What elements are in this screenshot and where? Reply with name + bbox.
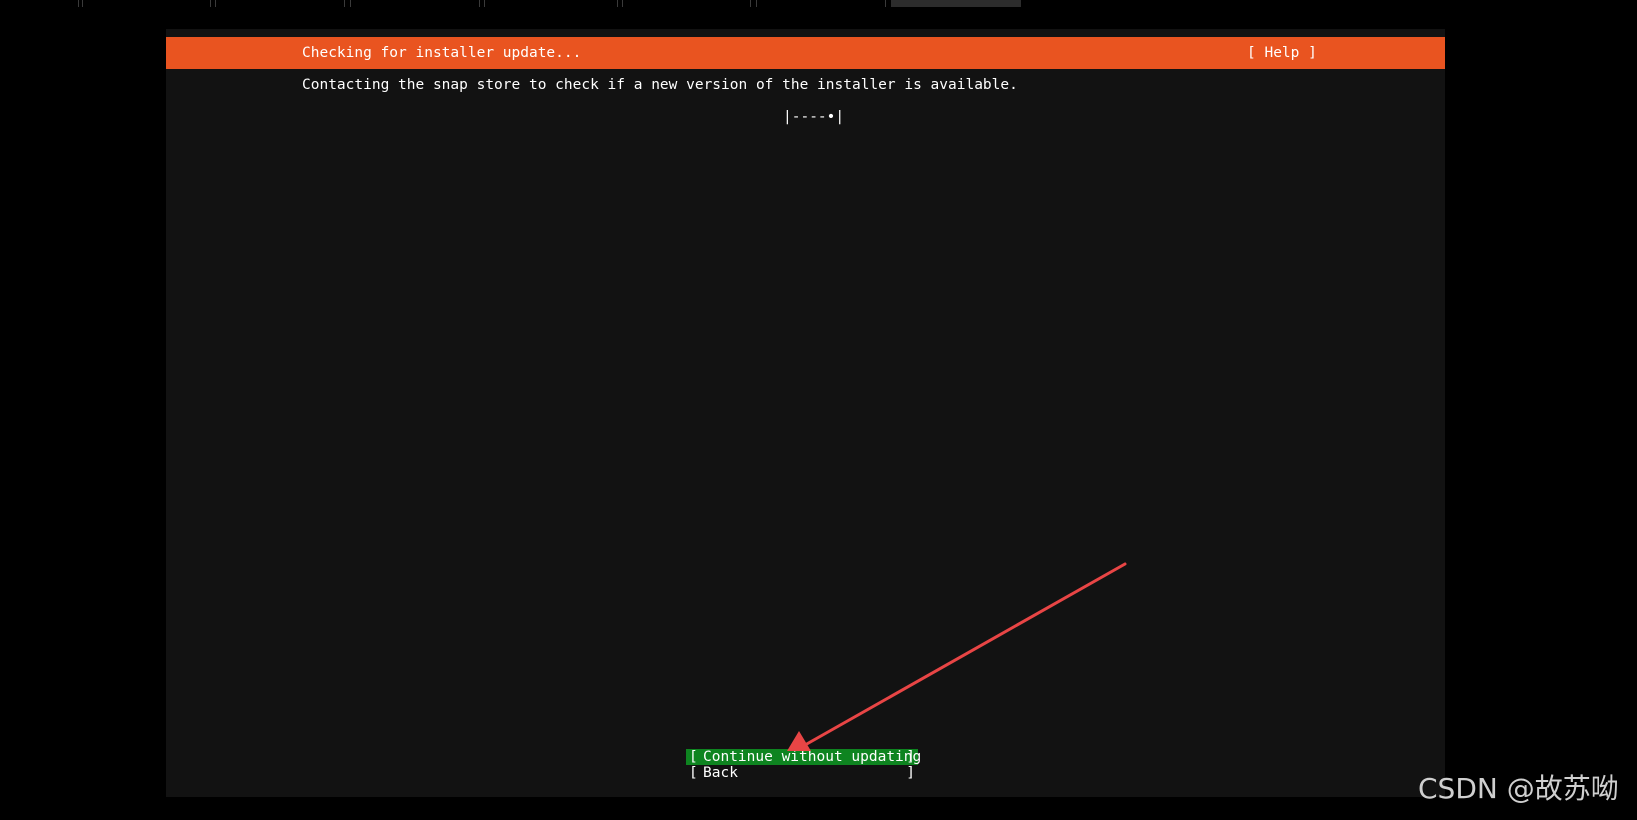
continue-without-updating-button[interactable]: [ Continue without updating ]	[686, 749, 922, 765]
bracket-close: ]	[906, 765, 915, 781]
installer-screen: Checking for installer update... [ Help …	[166, 29, 1445, 797]
tab-separator	[210, 0, 211, 7]
tab-separator	[78, 0, 79, 7]
bracket-open: [	[689, 765, 698, 781]
tab-separator	[750, 0, 751, 7]
tab-separator	[344, 0, 345, 7]
active-tab[interactable]	[891, 0, 1021, 7]
tab-separator	[82, 0, 83, 7]
tab-separator	[756, 0, 757, 7]
tab-separator	[484, 0, 485, 7]
back-label: Back	[703, 765, 738, 781]
tab-separator	[885, 0, 886, 7]
back-button[interactable]: [ Back ]	[686, 765, 918, 781]
tab-separator	[617, 0, 618, 7]
bracket-open: [	[689, 749, 698, 765]
page-title: Checking for installer update...	[302, 45, 582, 61]
progress-spinner: |----•|	[783, 109, 845, 125]
help-button[interactable]: [ Help ]	[1247, 45, 1317, 61]
tab-separator	[479, 0, 480, 7]
header-bar: Checking for installer update... [ Help …	[166, 37, 1445, 69]
continue-label: Continue without updating	[703, 749, 922, 765]
watermark: CSDN @故苏呦	[1418, 772, 1619, 805]
bracket-close: ]	[906, 749, 915, 765]
tab-separator	[350, 0, 351, 7]
tab-separator	[215, 0, 216, 7]
status-message: Contacting the snap store to check if a …	[302, 77, 1018, 93]
tab-separator	[622, 0, 623, 7]
terminal-tab-strip	[0, 0, 1637, 8]
